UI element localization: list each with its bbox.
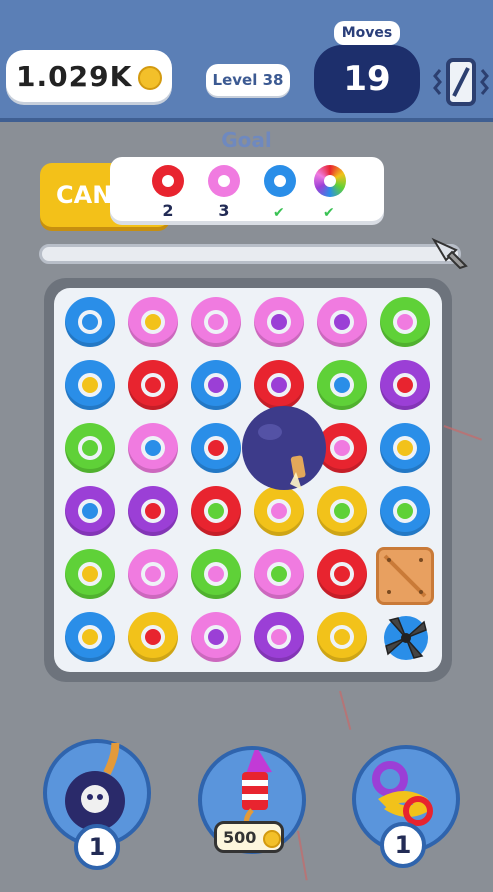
ring-piece[interactable]: [128, 486, 180, 538]
ring-piece[interactable]: [65, 423, 117, 475]
ring-piece[interactable]: [317, 549, 369, 601]
goal-ring-icon: [208, 165, 240, 197]
ring-piece[interactable]: [65, 549, 117, 601]
fan-icon[interactable]: [380, 612, 432, 664]
goal-item: 2: [148, 165, 188, 220]
ring-piece[interactable]: [254, 612, 306, 664]
ring-piece[interactable]: [380, 297, 432, 349]
level-label: Level 38: [206, 64, 290, 96]
ring-piece[interactable]: [65, 612, 117, 664]
ring-piece[interactable]: [128, 297, 180, 349]
goal-ring-icon: [152, 165, 184, 197]
ring-piece[interactable]: [254, 549, 306, 601]
coin-icon: [138, 66, 162, 90]
rocket-icon: [430, 234, 470, 270]
level-progress-bar: [39, 244, 461, 264]
ring-piece[interactable]: [191, 423, 243, 475]
goal-count: 2: [162, 201, 174, 220]
swap-booster-count: 1: [380, 822, 426, 868]
coin-amount: 1.029K: [16, 60, 133, 93]
bomb-icon[interactable]: [240, 406, 330, 496]
coin-counter[interactable]: 1.029K: [6, 50, 172, 102]
ring-piece[interactable]: [317, 360, 369, 412]
moves-counter: 19: [314, 45, 420, 113]
ring-piece[interactable]: [317, 297, 369, 349]
ring-piece[interactable]: [191, 360, 243, 412]
rocket-price-tag: 500: [214, 821, 284, 853]
ring-piece[interactable]: [317, 612, 369, 664]
check-icon: ✔: [323, 205, 335, 221]
ring-piece[interactable]: [380, 486, 432, 538]
goal-ring-icon: [264, 165, 296, 197]
goal-panel: 2 3 ✔ ✔: [110, 157, 384, 221]
ring-piece[interactable]: [191, 486, 243, 538]
phone-vibrate-icon[interactable]: [432, 56, 490, 108]
goal-count: 3: [218, 201, 230, 220]
check-icon: ✔: [273, 205, 285, 221]
rocket-price: 500: [223, 828, 257, 847]
ring-piece[interactable]: [128, 549, 180, 601]
coin-icon: [263, 830, 281, 848]
bomb-booster-count: 1: [74, 824, 120, 870]
ring-piece[interactable]: [128, 612, 180, 664]
goal-ring-icon: [314, 165, 346, 197]
spark-streak: [339, 690, 352, 730]
ring-piece[interactable]: [65, 486, 117, 538]
goal-item: 3: [204, 165, 244, 220]
ring-piece[interactable]: [128, 423, 180, 475]
ring-piece[interactable]: [191, 549, 243, 601]
cancel-label: CAN: [56, 181, 113, 209]
ring-piece[interactable]: [191, 612, 243, 664]
ring-piece[interactable]: [380, 360, 432, 412]
ring-piece[interactable]: [254, 297, 306, 349]
goal-item: ✔: [310, 165, 350, 221]
goal-title: Goal: [221, 128, 272, 152]
moves-label: Moves: [334, 21, 400, 45]
ring-piece[interactable]: [128, 360, 180, 412]
ring-piece[interactable]: [380, 423, 432, 475]
goal-item: ✔: [260, 165, 300, 221]
crate-icon[interactable]: [376, 547, 434, 605]
ring-piece[interactable]: [191, 297, 243, 349]
ring-piece[interactable]: [65, 297, 117, 349]
ring-piece[interactable]: [65, 360, 117, 412]
ring-piece[interactable]: [254, 360, 306, 412]
